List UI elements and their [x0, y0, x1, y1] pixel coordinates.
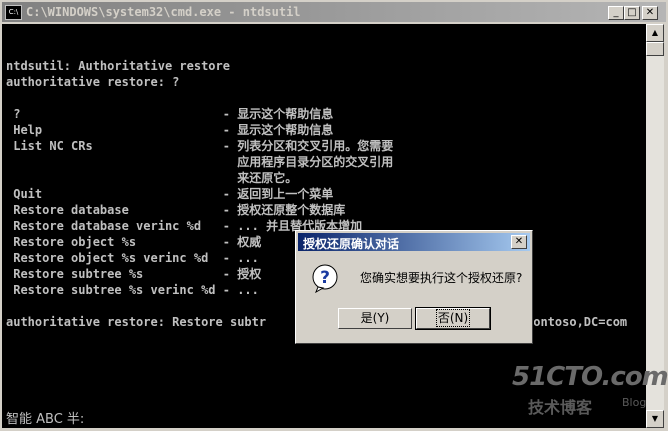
console-line: Restore subtree %s - 授权 [6, 267, 262, 281]
cmd-icon[interactable]: C:\ [5, 5, 22, 20]
console-line: ntdsutil: Authoritative restore [6, 59, 230, 73]
no-button[interactable]: 否(N) [415, 307, 491, 330]
dialog-message: 您确实想要执行这个授权还原? [360, 271, 523, 285]
question-icon: ? [312, 264, 338, 293]
console-line: 来还原它。 [6, 171, 298, 185]
console-line: contoso,DC=com [526, 315, 628, 329]
console-line: Help - 显示这个帮助信息 [6, 123, 334, 137]
watermark-blog: Blog [622, 396, 647, 409]
arrow-down-icon: ▼ [651, 414, 659, 423]
dialog-close-button[interactable]: ✕ [511, 235, 527, 249]
console-line: Restore object %s verinc %d - ... [6, 251, 259, 265]
yes-button[interactable]: 是(Y) [338, 308, 412, 329]
console-line: Restore database - 授权还原整个数据库 [6, 203, 346, 217]
console-line: authoritative restore: Restore subtr [6, 315, 267, 329]
close-icon: ✕ [514, 236, 524, 247]
console-line: Restore subtree %s verinc %d - ... [6, 283, 259, 297]
ime-status: 智能 ABC 半: [6, 412, 85, 427]
watermark: 51CTO.com 技术博客 Blog [500, 362, 668, 418]
scroll-up-button[interactable]: ▲ [646, 24, 664, 42]
watermark-subtitle: 技术博客 [528, 398, 593, 417]
close-icon: ✕ [645, 7, 655, 18]
maximize-icon: □ [627, 7, 637, 18]
title-bar[interactable]: C:\ C:\WINDOWS\system32\cmd.exe - ntdsut… [2, 2, 666, 22]
no-label: 否(N) [435, 309, 471, 327]
console-line: authoritative restore: ? [6, 75, 180, 89]
console-line: ? - 显示这个帮助信息 [6, 107, 334, 121]
minimize-button[interactable]: _ [608, 6, 624, 20]
console-line: Quit - 返回到上一个菜单 [6, 187, 334, 201]
window-title: C:\WINDOWS\system32\cmd.exe - ntdsutil [26, 5, 301, 19]
maximize-button[interactable]: □ [624, 6, 640, 20]
arrow-up-icon: ▲ [651, 28, 659, 37]
confirm-dialog: 授权还原确认对话 ✕ ? 您确实想要执行这个授权还原? 是(Y) 否(N) [295, 230, 533, 344]
dialog-title-bar[interactable]: 授权还原确认对话 ✕ [298, 233, 530, 251]
svg-text:?: ? [320, 268, 330, 288]
watermark-logo: 51CTO.com [512, 362, 668, 392]
console-line: 应用程序目录分区的交叉引用 [6, 155, 394, 169]
console-line: Restore object %s - 权威 [6, 235, 262, 249]
close-button[interactable]: ✕ [642, 6, 658, 20]
minimize-icon: _ [613, 7, 619, 18]
dialog-title: 授权还原确认对话 [303, 237, 400, 251]
yes-label: 是(Y) [360, 311, 390, 325]
console-line: List NC CRs - 列表分区和交叉引用。您需要 [6, 139, 394, 153]
scroll-thumb[interactable] [646, 42, 664, 56]
